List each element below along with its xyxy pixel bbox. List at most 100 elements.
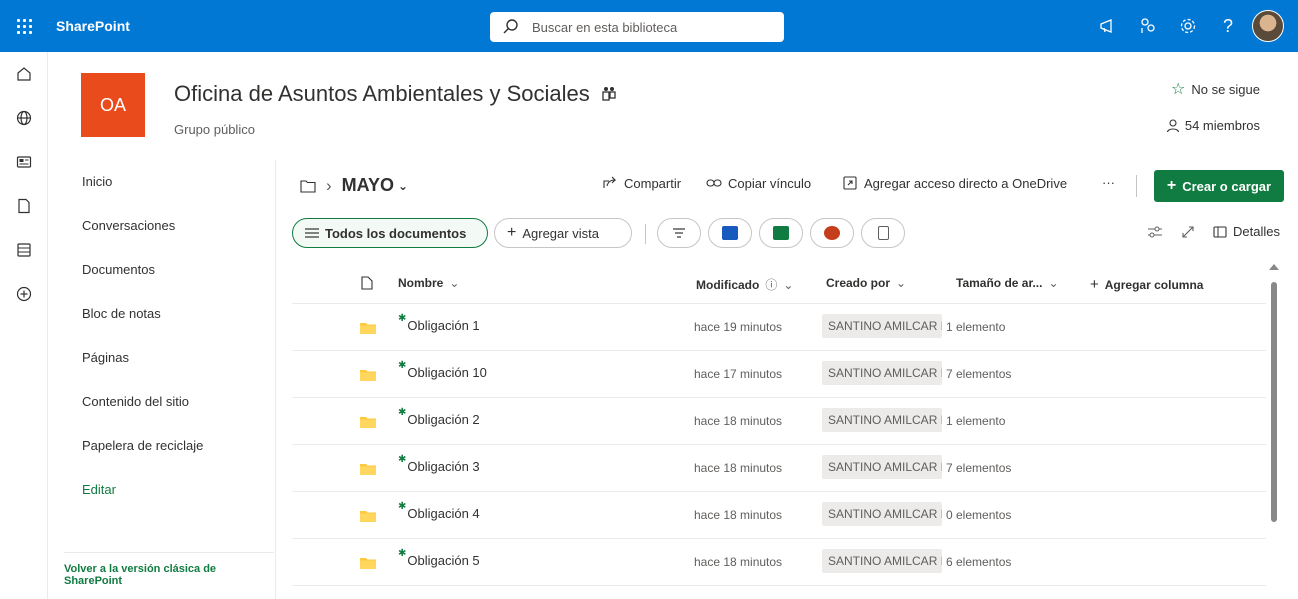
chevron-down-icon: ⌄: [1048, 276, 1059, 290]
table-row[interactable]: ✱ Obligación 3 hace 18 minutos SANTINO AM…: [292, 445, 1266, 492]
column-name-label: Nombre: [398, 276, 444, 290]
create-upload-button[interactable]: + Crear o cargar: [1154, 170, 1284, 202]
nav-edit-link[interactable]: Editar: [48, 468, 275, 512]
filter-excel-chip[interactable]: [759, 218, 803, 248]
site-title-text[interactable]: Oficina de Asuntos Ambientales y Sociale…: [174, 81, 590, 107]
view-all-documents[interactable]: Todos los documentos: [292, 218, 488, 248]
created-by-cell[interactable]: SANTINO AMILCAR FI: [822, 455, 942, 479]
created-by-cell[interactable]: SANTINO AMILCAR FI: [822, 549, 942, 573]
nav-item-documentos[interactable]: Documentos: [48, 248, 275, 292]
add-column-button[interactable]: + Agregar columna: [1090, 276, 1203, 293]
column-header-size[interactable]: Tamaño de ar... ⌄: [956, 276, 1059, 290]
current-folder[interactable]: MAYO ⌄: [342, 175, 408, 196]
file-name-link[interactable]: ✱ Obligación 2: [398, 407, 480, 427]
column-header-modified[interactable]: Modificado ⓘ ⌄: [696, 276, 793, 293]
powerpoint-icon: [824, 226, 840, 240]
filter-powerpoint-chip[interactable]: [810, 218, 854, 248]
created-by-cell[interactable]: SANTINO AMILCAR FI: [822, 361, 942, 385]
filter-word-chip[interactable]: [708, 218, 752, 248]
add-shortcut-button[interactable]: Agregar acceso directo a OneDrive: [842, 175, 1067, 191]
folder-outline-icon[interactable]: [300, 179, 316, 193]
add-view-button[interactable]: + Agregar vista: [494, 218, 632, 248]
rail-sites-button[interactable]: [0, 96, 48, 140]
created-by-cell[interactable]: SANTINO AMILCAR FI: [822, 408, 942, 432]
nav-item-conversaciones[interactable]: Conversaciones: [48, 204, 275, 248]
teams-icon[interactable]: [600, 85, 618, 103]
scroll-up-icon[interactable]: [1269, 264, 1279, 270]
nav-item-paginas[interactable]: Páginas: [48, 336, 275, 380]
site-logo[interactable]: OA: [81, 73, 145, 137]
new-item-icon: ✱: [398, 360, 407, 371]
help-button[interactable]: ?: [1208, 0, 1248, 52]
rail-news-button[interactable]: [0, 140, 48, 184]
file-name-link[interactable]: ✱ Obligación 1: [398, 313, 480, 333]
file-type-icon[interactable]: [361, 276, 373, 290]
nav-item-bloc-de-notas[interactable]: Bloc de notas: [48, 292, 275, 336]
plus-icon: +: [507, 224, 517, 241]
file-name-link[interactable]: ✱ Obligación 10: [398, 360, 487, 380]
settings-button[interactable]: [1168, 0, 1208, 52]
filter-button[interactable]: [657, 218, 701, 248]
add-shortcut-label: Agregar acceso directo a OneDrive: [864, 175, 1068, 191]
app-launcher-button[interactable]: [0, 0, 48, 52]
search-icon: [503, 19, 518, 34]
file-name-link[interactable]: ✱ Obligación 5: [398, 548, 480, 568]
column-header-name[interactable]: Nombre ⌄: [398, 276, 459, 290]
copy-link-button[interactable]: Copiar vínculo: [706, 175, 811, 191]
view-settings-icon[interactable]: [1147, 225, 1163, 239]
share-button[interactable]: Compartir: [602, 175, 681, 191]
new-item-icon: ✱: [398, 501, 407, 512]
brand-name[interactable]: SharePoint: [56, 0, 130, 52]
column-modified-label: Modificado: [696, 277, 760, 292]
details-button[interactable]: Detalles: [1213, 224, 1280, 239]
rail-lists-button[interactable]: [0, 228, 48, 272]
vertical-scrollbar[interactable]: [1268, 262, 1280, 599]
members-label: 54 miembros: [1184, 118, 1260, 133]
column-header-created-by[interactable]: Creado por ⌄: [826, 276, 906, 290]
table-row[interactable]: ✱ Obligación 4 hace 18 minutos SANTINO AM…: [292, 492, 1266, 539]
follow-button[interactable]: ☆ No se sigue: [1171, 79, 1260, 99]
folder-icon: [360, 370, 376, 381]
home-icon: [17, 67, 31, 81]
nav-item-inicio[interactable]: Inicio: [48, 160, 275, 204]
file-name: Obligación 2: [407, 412, 480, 427]
details-pane-icon: [1213, 225, 1227, 238]
folder-icon: [360, 511, 376, 522]
more-icon: ···: [1102, 175, 1115, 190]
filter-pdf-chip[interactable]: [861, 218, 905, 248]
file-name: Obligación 1: [407, 318, 480, 333]
avatar: [1252, 10, 1284, 42]
feedback-button[interactable]: [1088, 0, 1128, 52]
file-name-link[interactable]: ✱ Obligación 4: [398, 501, 480, 521]
site-logo-initials: OA: [99, 94, 126, 115]
members-button[interactable]: 54 miembros: [1166, 118, 1260, 133]
table-row[interactable]: ✱ Obligación 10 hace 17 minutos SANTINO A…: [292, 351, 1266, 398]
new-item-icon: ✱: [398, 313, 407, 324]
search-box[interactable]: Buscar en esta biblioteca: [490, 12, 784, 42]
nav-item-papelera[interactable]: Papelera de reciclaje: [48, 424, 275, 468]
rail-home-button[interactable]: [0, 52, 48, 96]
account-button[interactable]: [1248, 0, 1288, 52]
rail-files-button[interactable]: [0, 184, 48, 228]
plus-icon: +: [1166, 177, 1177, 194]
created-by-cell[interactable]: SANTINO AMILCAR FI: [822, 502, 942, 526]
share-label: Compartir: [624, 175, 682, 191]
table-row[interactable]: ✱ Obligación 1 hace 19 minutos SANTINO AM…: [292, 304, 1266, 351]
add-view-label: Agregar vista: [522, 225, 599, 241]
nav-item-contenido-del-sitio[interactable]: Contenido del sitio: [48, 380, 275, 424]
scrollbar-thumb[interactable]: [1271, 282, 1277, 522]
chevron-down-icon: ⌄: [449, 276, 460, 290]
classic-view-link[interactable]: Volver a la versión clásica de SharePoin…: [64, 552, 274, 587]
new-item-icon: ✱: [398, 454, 407, 465]
sharepoint-switch-button[interactable]: [1128, 0, 1168, 52]
new-item-icon: ✱: [398, 407, 407, 418]
list-icon: [17, 243, 31, 257]
rail-create-button[interactable]: [0, 272, 48, 316]
expand-icon[interactable]: [1181, 225, 1195, 239]
file-name-link[interactable]: ✱ Obligación 3: [398, 454, 480, 474]
more-actions-button[interactable]: ···: [1102, 175, 1115, 190]
size-cell: 7 elementos: [946, 461, 1012, 475]
table-row[interactable]: ✱ Obligación 2 hace 18 minutos SANTINO AM…: [292, 398, 1266, 445]
table-row[interactable]: ✱ Obligación 5 hace 18 minutos SANTINO AM…: [292, 539, 1266, 586]
created-by-cell[interactable]: SANTINO AMILCAR FI: [822, 314, 942, 338]
